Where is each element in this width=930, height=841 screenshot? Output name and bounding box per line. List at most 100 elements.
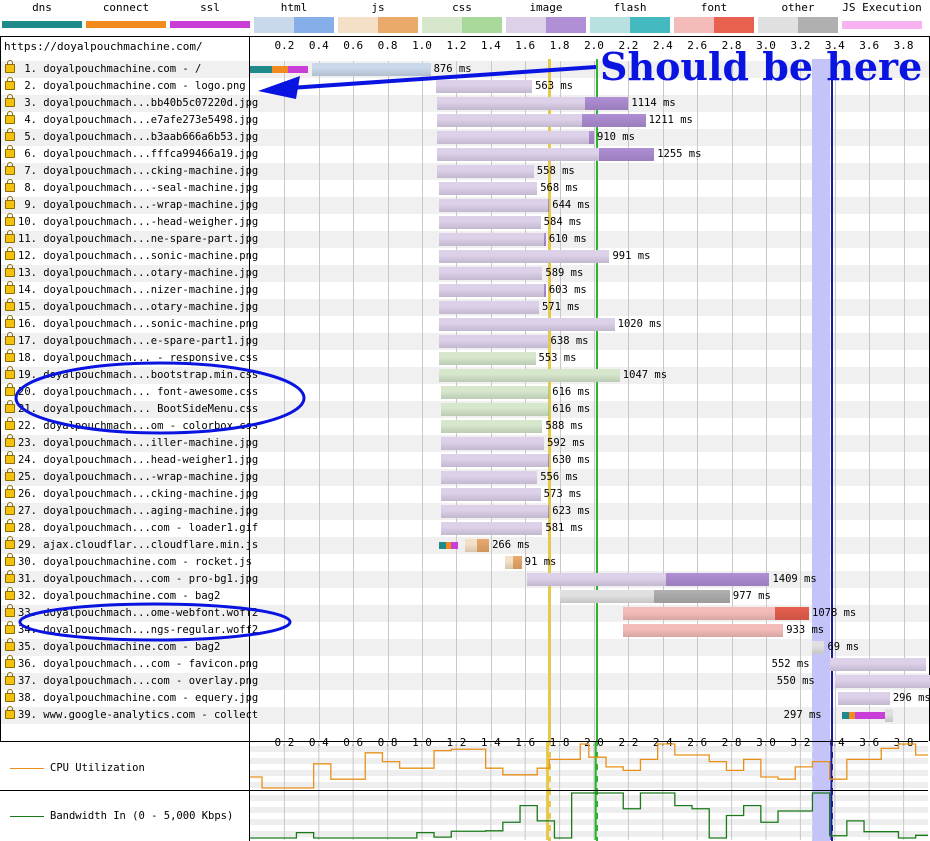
request-bar[interactable]: [884, 709, 894, 722]
request-bar[interactable]: [439, 250, 610, 263]
request-bar[interactable]: [834, 675, 930, 688]
request-name[interactable]: 36. doyalpouchmach...com - favicon.png: [5, 655, 258, 670]
request-name[interactable]: 21. doyalpouchmach... BootSideMenu.css: [5, 400, 258, 415]
request-name[interactable]: 14. doyalpouchmach...nizer-machine.jpg: [5, 281, 258, 296]
request-bar[interactable]: [440, 454, 550, 467]
request-name[interactable]: 17. doyalpouchmach...e-spare-part1.jpg: [5, 332, 258, 347]
request-number: 30.: [18, 556, 44, 568]
request-bar[interactable]: [623, 624, 784, 637]
request-name[interactable]: 31. doyalpouchmach...com - pro-bg1.jpg: [5, 570, 258, 585]
request-name[interactable]: 25. doyalpouchmach...-wrap-machine.jpg: [5, 468, 258, 483]
request-name[interactable]: 16. doyalpouchmach...sonic-machine.png: [5, 315, 258, 330]
request-bar[interactable]: [440, 488, 541, 501]
request-name[interactable]: 27. doyalpouchmach...aging-machine.jpg: [5, 502, 258, 517]
request-bar[interactable]: [829, 658, 926, 671]
request-bar[interactable]: [439, 182, 538, 195]
legend-swatch: [590, 17, 670, 33]
request-bar[interactable]: [439, 284, 546, 297]
request-name[interactable]: 35. doyalpouchmachine.com - bag2: [5, 638, 220, 653]
request-name[interactable]: 34. doyalpouchmach...ngs-regular.woff2: [5, 621, 258, 636]
request-number: 3.: [18, 97, 44, 109]
bar-download: [547, 199, 550, 212]
request-bar[interactable]: [437, 114, 646, 127]
request-bar[interactable]: [435, 80, 533, 93]
request-bar[interactable]: [838, 692, 890, 705]
request-name[interactable]: 3. doyalpouchmach...bb40b5c07220d.jpg: [5, 94, 258, 109]
request-name[interactable]: 9. doyalpouchmach...-wrap-machine.jpg: [5, 196, 258, 211]
request-bar[interactable]: [440, 522, 543, 535]
axis-tick-top: 2.2: [618, 39, 639, 52]
request-name[interactable]: 2. doyalpouchmachine.com - logo.png: [5, 77, 246, 92]
request-name[interactable]: 39. www.google-analytics.com - collect: [5, 706, 258, 721]
request-label: doyalpouchmach...otary-machine.jpg: [43, 301, 259, 313]
request-bar[interactable]: [440, 471, 538, 484]
request-name[interactable]: 1. doyalpouchmachine.com - /: [5, 60, 201, 75]
bar-download: [477, 539, 490, 552]
request-bar[interactable]: [437, 148, 655, 161]
request-bar[interactable]: [437, 131, 594, 144]
request-name[interactable]: 33. doyalpouchmach...ome-webfont.woff2: [5, 604, 258, 619]
request-bar[interactable]: [439, 352, 536, 365]
request-name[interactable]: 6. doyalpouchmach...fffca99466a19.jpg: [5, 145, 258, 160]
request-bar[interactable]: [440, 420, 543, 433]
request-bar[interactable]: [437, 165, 534, 178]
request-name[interactable]: 4. doyalpouchmach...e7afe273e5498.jpg: [5, 111, 259, 126]
request-number: 31.: [18, 573, 44, 585]
request-name[interactable]: 32. doyalpouchmachine.com - bag2: [5, 587, 220, 602]
request-name[interactable]: 7. doyalpouchmach...cking-machine.jpg: [5, 162, 258, 177]
request-name[interactable]: 20. doyalpouchmach... font-awesome.css: [5, 383, 258, 398]
request-bar[interactable]: [439, 335, 548, 348]
request-name[interactable]: 23. doyalpouchmach...iller-machine.jpg: [5, 434, 258, 449]
request-duration: 1047 ms: [622, 369, 668, 381]
legend-item-other: other: [758, 0, 838, 33]
request-bar[interactable]: [559, 590, 730, 603]
request-number: 35.: [18, 641, 44, 653]
request-label: doyalpouchmach...ne-spare-part.jpg: [43, 233, 259, 245]
bar-ttfb: [834, 675, 930, 688]
request-bar[interactable]: [311, 63, 431, 76]
request-label: doyalpouchmach...e7afe273e5498.jpg: [43, 114, 259, 126]
request-name[interactable]: 18. doyalpouchmach... - responsive.css: [5, 349, 258, 364]
request-bar[interactable]: [437, 97, 629, 110]
request-bar[interactable]: [439, 301, 539, 314]
request-name[interactable]: 5. doyalpouchmach...b3aab666a6b53.jpg: [5, 128, 258, 143]
bar-ttfb: [559, 590, 655, 603]
request-bar[interactable]: [440, 403, 550, 416]
request-label: doyalpouchmach...bootstrap.min.css: [43, 369, 259, 381]
request-name[interactable]: 22. doyalpouchmach...om - colorbox.css: [5, 417, 258, 432]
request-bar[interactable]: [439, 216, 541, 229]
request-name[interactable]: 12. doyalpouchmach...sonic-machine.png: [5, 247, 258, 262]
request-bar[interactable]: [812, 641, 825, 654]
request-bar[interactable]: [440, 437, 545, 450]
request-name[interactable]: 8. doyalpouchmach...-seal-machine.jpg: [5, 179, 258, 194]
request-bar[interactable]: [465, 539, 490, 552]
request-bar[interactable]: [526, 573, 770, 586]
request-bar[interactable]: [439, 318, 615, 331]
request-bar[interactable]: [623, 607, 809, 620]
request-bar[interactable]: [440, 505, 550, 518]
request-duration: 266 ms: [492, 539, 531, 551]
request-name[interactable]: 26. doyalpouchmach...cking-machine.jpg: [5, 485, 258, 500]
request-name[interactable]: 29. ajax.cloudflar...cloudflare.min.js: [5, 536, 258, 551]
request-bar[interactable]: [439, 369, 620, 382]
bar-ttfb: [439, 301, 539, 314]
request-name[interactable]: 37. doyalpouchmach...com - overlay.png: [5, 672, 258, 687]
dom-content-loaded-line: [595, 59, 598, 841]
request-bar[interactable]: [439, 199, 550, 212]
lock-icon: [5, 638, 15, 651]
request-name[interactable]: 28. doyalpouchmach...com - loader1.gif: [5, 519, 258, 534]
request-bar[interactable]: [439, 233, 546, 246]
request-bar[interactable]: [440, 386, 550, 399]
request-name[interactable]: 10. doyalpouchmach...-head-weigher.jpg: [5, 213, 258, 228]
axis-tick-top: 1.4: [480, 39, 501, 52]
request-bar[interactable]: [439, 267, 543, 280]
request-name[interactable]: 30. doyalpouchmachine.com - rocket.js: [5, 553, 252, 568]
request-name[interactable]: 11. doyalpouchmach...ne-spare-part.jpg: [5, 230, 259, 245]
request-name[interactable]: 15. doyalpouchmach...otary-machine.jpg: [5, 298, 259, 313]
request-name[interactable]: 19. doyalpouchmach...bootstrap.min.css: [5, 366, 259, 381]
request-name[interactable]: 24. doyalpouchmach...head-weigher1.jpg: [5, 451, 258, 466]
request-bar[interactable]: [504, 556, 522, 569]
request-name[interactable]: 38. doyalpouchmachine.com - equery.jpg: [5, 689, 258, 704]
request-name[interactable]: 13. doyalpouchmach...otary-machine.jpg: [5, 264, 258, 279]
column-divider: [249, 36, 250, 841]
